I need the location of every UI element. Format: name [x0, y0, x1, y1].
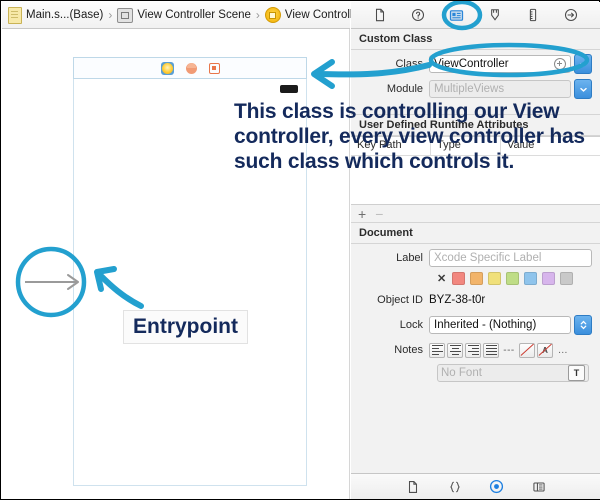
- module-input[interactable]: MultipleViews: [429, 80, 571, 98]
- breadcrumb-label: Main.s...(Base): [26, 9, 103, 21]
- font-panel-icon[interactable]: T: [568, 365, 585, 381]
- label-label: Label: [351, 252, 429, 264]
- breadcrumb-separator: ›: [256, 8, 260, 22]
- document-body: Label Xcode Specific Label ✕ Object ID B…: [351, 247, 600, 382]
- label-row: Label Xcode Specific Label: [351, 247, 600, 269]
- breadcrumb-item-view-controller[interactable]: View Controller: [265, 7, 363, 23]
- background-color-none-icon[interactable]: A: [537, 343, 553, 358]
- module-row: Module MultipleViews: [351, 78, 600, 100]
- lock-row: Lock Inherited - (Nothing): [351, 314, 600, 336]
- status-bar-battery-icon: [280, 85, 298, 93]
- swatch-red[interactable]: [452, 272, 465, 285]
- swatch-orange[interactable]: [470, 272, 483, 285]
- swatch-gray[interactable]: [560, 272, 573, 285]
- runtime-attributes-footer: + −: [351, 205, 600, 222]
- notes-row: Notes --- A …: [351, 339, 600, 361]
- connections-inspector-icon[interactable]: [562, 7, 579, 24]
- attributes-inspector-icon[interactable]: [486, 7, 503, 24]
- object-id-value: BYZ-38-t0r: [429, 294, 485, 306]
- annotation-main-text: This class is controlling our View contr…: [234, 99, 596, 174]
- breadcrumb-item-scene[interactable]: View Controller Scene: [117, 8, 251, 23]
- scene-icon: [117, 8, 133, 23]
- inspector-bottom-toolbar: [351, 473, 600, 499]
- label-color-swatches[interactable]: ✕: [351, 269, 600, 288]
- scene-dock[interactable]: [73, 57, 307, 79]
- breadcrumb-separator: ›: [108, 8, 112, 22]
- exit-dock-icon[interactable]: [209, 63, 220, 74]
- class-clear-icon[interactable]: [554, 58, 566, 70]
- notes-label: Notes: [351, 344, 429, 356]
- lock-stepper-icon[interactable]: [574, 315, 592, 335]
- align-justify-icon[interactable]: [483, 343, 499, 358]
- lock-select[interactable]: Inherited - (Nothing): [429, 316, 571, 334]
- remove-attribute-button[interactable]: −: [375, 206, 383, 222]
- module-popup-button[interactable]: [574, 79, 592, 99]
- inspector-toolbar: [351, 2, 600, 29]
- lock-select-value: Inherited - (Nothing): [434, 319, 536, 331]
- custom-class-section-title: Custom Class: [351, 29, 600, 50]
- add-attribute-button[interactable]: +: [358, 206, 366, 222]
- object-id-row: Object ID BYZ-38-t0r: [351, 289, 600, 311]
- module-input-placeholder: MultipleViews: [434, 83, 504, 95]
- identity-inspector-icon[interactable]: [448, 7, 465, 24]
- identity-inspector-panel: Custom Class Class ViewController Module…: [351, 2, 600, 499]
- document-outline-icon[interactable]: [405, 479, 421, 495]
- size-inspector-icon[interactable]: [524, 7, 541, 24]
- object-id-label: Object ID: [351, 294, 429, 306]
- class-label: Class: [351, 58, 429, 70]
- module-label: Module: [351, 83, 429, 95]
- swatch-green[interactable]: [506, 272, 519, 285]
- align-center-icon[interactable]: [447, 343, 463, 358]
- align-right-icon[interactable]: [465, 343, 481, 358]
- label-input-placeholder: Xcode Specific Label: [434, 252, 541, 264]
- breadcrumb: Main.s...(Base) › View Controller Scene …: [2, 2, 350, 29]
- class-row: Class ViewController: [351, 53, 600, 75]
- class-input[interactable]: ViewController: [429, 55, 571, 73]
- lock-label: Lock: [351, 319, 429, 331]
- target-circle-icon[interactable]: [489, 479, 505, 495]
- align-left-icon[interactable]: [429, 343, 445, 358]
- notes-font-field[interactable]: No Font T: [437, 364, 589, 382]
- text-color-none-icon[interactable]: [519, 343, 535, 358]
- clear-color-icon[interactable]: ✕: [437, 272, 446, 285]
- notes-more-icon[interactable]: …: [555, 343, 571, 358]
- dashes-icon[interactable]: ---: [501, 343, 517, 358]
- swatch-purple[interactable]: [542, 272, 555, 285]
- view-controller-icon: [265, 7, 281, 23]
- quick-help-inspector-icon[interactable]: [410, 7, 427, 24]
- code-braces-icon[interactable]: [447, 479, 463, 495]
- storyboard-file-icon: [8, 7, 22, 24]
- first-responder-dock-icon[interactable]: [186, 63, 197, 74]
- label-input[interactable]: Xcode Specific Label: [429, 249, 592, 267]
- class-popup-button[interactable]: [574, 54, 592, 74]
- notes-font-placeholder: No Font: [441, 367, 482, 379]
- swatch-blue[interactable]: [524, 272, 537, 285]
- breadcrumb-label: View Controller Scene: [137, 9, 251, 21]
- document-section-title: Document: [351, 222, 600, 244]
- annotation-entrypoint-label: Entrypoint: [123, 310, 248, 344]
- file-inspector-icon[interactable]: [372, 7, 389, 24]
- filmstrip-icon[interactable]: [531, 479, 547, 495]
- view-controller-dock-icon[interactable]: [161, 62, 174, 75]
- breadcrumb-item-storyboard[interactable]: Main.s...(Base): [8, 7, 103, 24]
- xcode-screenshot: Main.s...(Base) › View Controller Scene …: [0, 0, 600, 500]
- class-input-value: ViewController: [434, 58, 509, 70]
- notes-toolbar[interactable]: --- A …: [429, 343, 592, 358]
- swatch-yellow[interactable]: [488, 272, 501, 285]
